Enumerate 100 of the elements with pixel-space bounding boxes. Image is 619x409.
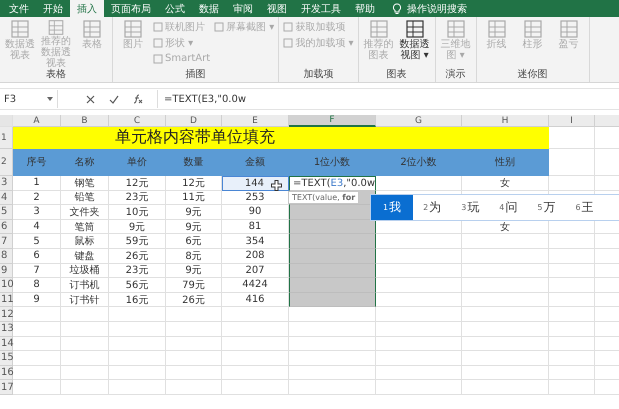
row-header[interactable]: 12: [0, 307, 13, 322]
table-cell: 8元: [166, 248, 222, 264]
group-label: 演示: [444, 69, 467, 81]
row-header[interactable]: 13: [0, 322, 13, 337]
table-cell: 12元: [109, 176, 166, 191]
table-icon: [446, 19, 466, 39]
row-header[interactable]: 6: [0, 220, 13, 234]
lightbulb-icon: [392, 2, 402, 14]
menu-tab[interactable]: 帮助: [348, 0, 382, 17]
table-cell: 16元: [109, 292, 166, 308]
empty-cell: [61, 380, 109, 395]
row-header[interactable]: 1: [0, 127, 13, 149]
row-header[interactable]: 3: [0, 176, 13, 191]
row-header[interactable]: 17: [0, 380, 13, 395]
ribbon-button[interactable]: 数据透视图 ▾: [398, 19, 431, 69]
table-cell: 键盘: [61, 248, 109, 264]
table-cell: 订书机: [61, 278, 109, 293]
table-cell: 订书针: [61, 292, 109, 308]
function-tooltip: TEXT(value, for: [288, 191, 360, 204]
table-cell: 23元: [109, 190, 166, 206]
cancel-icon[interactable]: [86, 94, 95, 104]
empty-cell: [166, 322, 222, 337]
empty-cell: [61, 336, 109, 352]
header-cell: 名称: [61, 149, 109, 176]
row-header[interactable]: 15: [0, 351, 13, 366]
row-header[interactable]: 4: [0, 190, 13, 206]
ime-candidate[interactable]: 6王: [565, 195, 604, 220]
square-icon: [153, 38, 163, 48]
table-cell: 3: [13, 205, 61, 220]
menu-tab[interactable]: 文件: [2, 0, 36, 17]
empty-cell: [222, 380, 289, 395]
function-icon[interactable]: [133, 94, 143, 104]
menu-tab[interactable]: 开发工具: [294, 0, 348, 17]
table-icon: [404, 19, 425, 39]
empty-cell: [222, 351, 289, 366]
header-cell: 数量: [166, 149, 222, 176]
table-icon: [522, 19, 543, 39]
empty-cell: [109, 336, 166, 352]
group-label: 表格: [45, 69, 67, 81]
table-cell: 垃圾桶: [61, 264, 109, 278]
column-header[interactable]: F: [289, 115, 376, 127]
ime-candidate[interactable]: 1我: [371, 195, 414, 220]
table-cell: 9: [13, 292, 61, 308]
enter-check-icon[interactable]: [109, 94, 119, 104]
empty-cell: [549, 336, 595, 352]
empty-cell: [166, 351, 222, 366]
empty-cell: [222, 307, 289, 322]
table-cell: 9元: [166, 264, 222, 278]
row-header[interactable]: 9: [0, 264, 13, 278]
table-cell: 26元: [109, 248, 166, 264]
empty-cell: [109, 366, 166, 380]
row-header[interactable]: 2: [0, 149, 13, 176]
menu-tab[interactable]: 公式: [158, 0, 192, 17]
table-icon: [558, 19, 579, 39]
menu-tab[interactable]: 插入: [70, 0, 104, 17]
empty-cell: [549, 234, 595, 249]
empty-cell: [61, 322, 109, 337]
empty-cell: [549, 366, 595, 380]
empty-cell: [109, 322, 166, 337]
formula-field[interactable]: =TEXT(E3,"0.0w: [158, 94, 246, 104]
table-cell: 26元: [166, 292, 222, 308]
empty-cell: [549, 248, 595, 264]
menu-tab[interactable]: 审阅: [226, 0, 260, 17]
column-header[interactable]: I: [549, 115, 595, 127]
name-box[interactable]: F3: [0, 90, 58, 108]
table-cell: 9元: [109, 220, 166, 234]
header-cell: 性别: [462, 149, 549, 176]
row-header[interactable]: 5: [0, 205, 13, 220]
menu-tab[interactable]: 视图: [260, 0, 294, 17]
header-cell: 序号: [13, 149, 61, 176]
table-cell: 女: [462, 176, 549, 191]
tell-me-search[interactable]: 操作说明搜索: [407, 2, 467, 16]
table-cell: 铅笔: [61, 190, 109, 206]
group-label: 加载项: [302, 69, 334, 81]
empty-cell: [222, 322, 289, 337]
table-cell: 10元: [109, 205, 166, 220]
menu-tab[interactable]: 开始: [36, 0, 70, 17]
table-cell: 59元: [109, 234, 166, 249]
square-icon: [214, 22, 224, 32]
empty-cell: [222, 366, 289, 380]
empty-cell: [61, 307, 109, 322]
ime-candidate[interactable]: 4 问: [489, 195, 528, 220]
empty-cell: [109, 351, 166, 366]
table-cell: 钢笔: [61, 176, 109, 191]
row-header[interactable]: 10: [0, 278, 13, 293]
row-header[interactable]: 16: [0, 366, 13, 380]
table-cell: 8: [13, 278, 61, 293]
empty-cell: [61, 351, 109, 366]
ime-candidate[interactable]: 5万: [527, 195, 566, 220]
row-header[interactable]: 14: [0, 336, 13, 352]
ime-candidate[interactable]: 2 为: [413, 195, 452, 220]
empty-cell: [549, 307, 595, 322]
row-header[interactable]: 11: [0, 292, 13, 308]
row-header[interactable]: 7: [0, 234, 13, 249]
menu-tab[interactable]: 页面布局: [104, 0, 158, 17]
ime-candidate[interactable]: 3玩: [451, 195, 490, 220]
menu-tab[interactable]: 数据: [192, 0, 226, 17]
sheet-title: 单元格内容带单位填充: [115, 127, 275, 148]
editing-cell[interactable]: =TEXT(E3,"0.0w: [289, 176, 376, 191]
row-header[interactable]: 8: [0, 248, 13, 264]
